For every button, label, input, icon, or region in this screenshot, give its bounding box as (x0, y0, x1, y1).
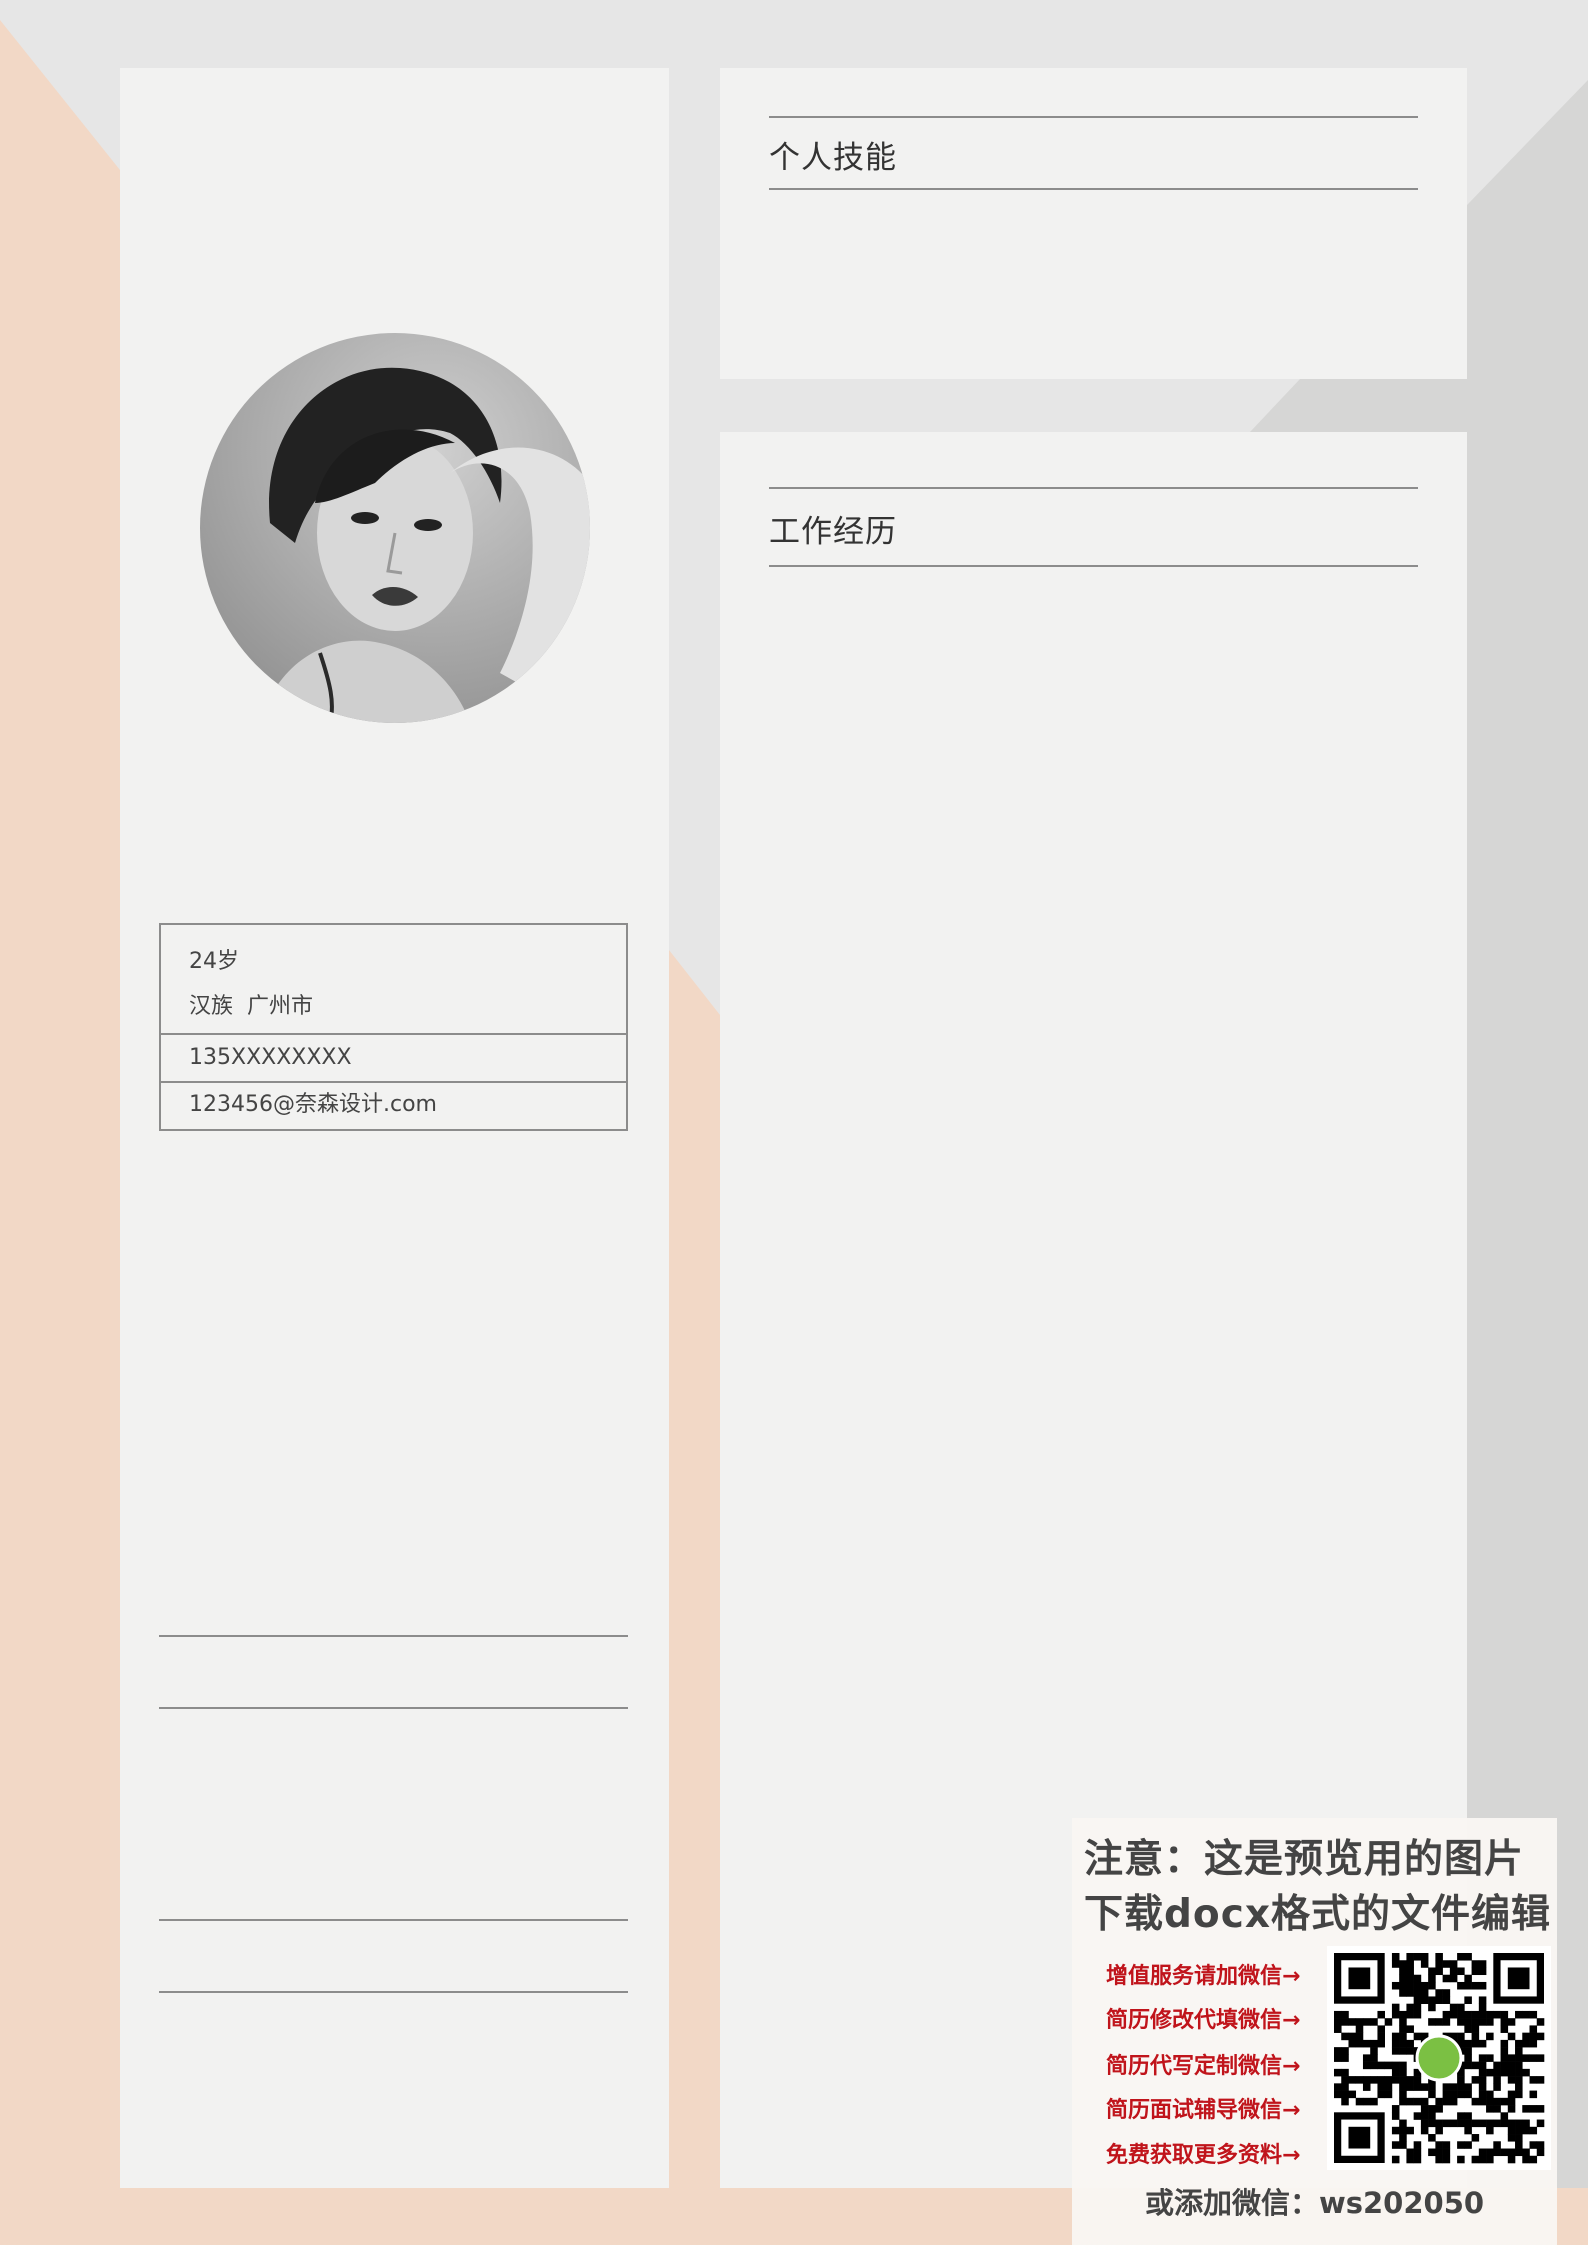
service-item: 增值服务请加微信→ (1106, 1964, 1301, 1989)
city-text: 广州市 (247, 994, 314, 1019)
origin-text: 汉族 广州市 (189, 984, 626, 1029)
age-text: 24岁 (189, 949, 239, 974)
service-item: 简历面试辅导微信→ (1106, 2098, 1301, 2123)
skills-panel: 个人技能 (720, 68, 1467, 379)
divider (159, 1919, 628, 1921)
work-header: 工作经历 (769, 487, 1418, 567)
info-box: 24岁 汉族 广州市 135XXXXXXXX 123456@奈森设计.com (159, 923, 628, 1131)
phone-text: 135XXXXXXXX (161, 1035, 626, 1083)
divider (159, 1707, 628, 1709)
notice-line-1: 注意：这是预览用的图片 (1084, 1837, 1525, 1882)
service-item: 简历代写定制微信→ (1106, 2054, 1301, 2079)
service-item: 简历修改代填微信→ (1106, 2008, 1301, 2033)
portrait-photo-icon (200, 333, 590, 723)
skills-title: 个人技能 (769, 140, 897, 176)
qr-code-icon (1327, 1946, 1551, 2170)
ethnicity-text: 汉族 (189, 994, 234, 1019)
divider (159, 1991, 628, 1993)
service-item: 免费获取更多资料→ (1106, 2143, 1301, 2168)
email-text: 123456@奈森设计.com (189, 1092, 437, 1117)
preview-notice: 注意：这是预览用的图片 下载docx格式的文件编辑 增值服务请加微信→ 简历修改… (1072, 1818, 1557, 2245)
work-title: 工作经历 (769, 514, 897, 550)
left-panel: 24岁 汉族 广州市 135XXXXXXXX 123456@奈森设计.com (120, 68, 669, 2188)
avatar (200, 333, 590, 723)
grey-mid-shape (1250, 379, 1467, 432)
skills-header: 个人技能 (769, 116, 1418, 190)
wechat-contact: 或添加微信：ws202050 (1144, 2186, 1485, 2220)
divider (159, 1635, 628, 1637)
basic-info: 24岁 汉族 广州市 (161, 925, 626, 1035)
notice-line-2: 下载docx格式的文件编辑 (1084, 1892, 1551, 1937)
